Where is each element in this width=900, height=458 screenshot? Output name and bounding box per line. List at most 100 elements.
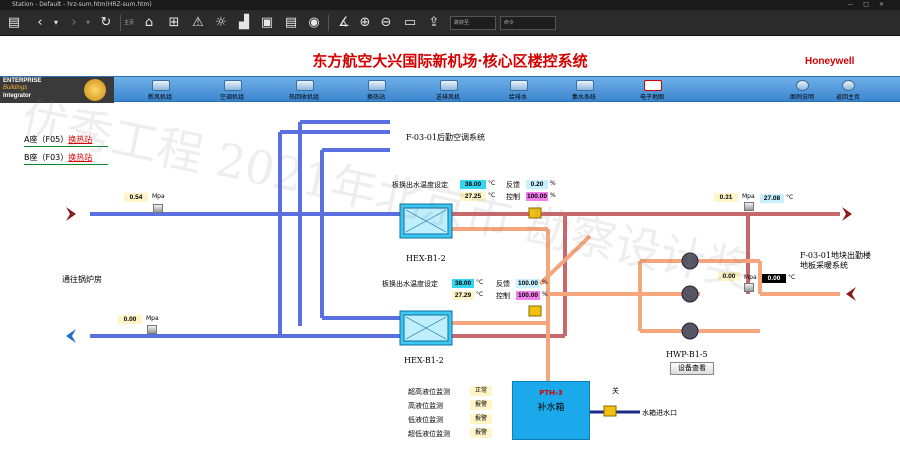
link-a-prefix: A座（F05） (24, 135, 69, 144)
sidebar-toggle-icon[interactable]: ▤ (6, 15, 22, 31)
window-icon[interactable]: ▭ (402, 15, 418, 31)
top-system-label: F-03-01后勤空调系统 (406, 133, 485, 142)
level-status: 报警 (470, 400, 492, 410)
pressure-sensor-icon (147, 325, 157, 334)
level-label: 低液位监测 (408, 416, 443, 424)
hex2-fb-value: 100.00 (516, 279, 540, 288)
calendar-icon[interactable]: ▣ (259, 15, 275, 31)
zoom-out-icon[interactable]: ⊖ (378, 15, 394, 31)
level-status: 报警 (470, 414, 492, 424)
right-system-label-2: 地板采暖系统 (800, 261, 848, 270)
pump-group-label: HWP-B1-5 (666, 350, 708, 359)
level-status: 正常 (470, 386, 492, 396)
heat-exchanger-2-icon[interactable] (399, 310, 453, 346)
pressure-sensor-icon (744, 283, 754, 292)
pressure-unit: Mpa (744, 274, 757, 281)
hex1-setpoint-unit: °C (488, 180, 496, 187)
tank-valve-state: 关 (612, 387, 619, 395)
heat-exchanger-1-icon[interactable] (399, 203, 453, 239)
home-label: 主页 (124, 20, 135, 26)
hex1-ctrl-label: 控制 (506, 193, 520, 201)
divider (24, 146, 108, 147)
jump-field[interactable]: 跳转至 (450, 16, 496, 30)
back-dropdown-icon[interactable]: ▾ (48, 15, 64, 31)
window-title: Station - Default - hrz-sum.htm(HRZ-sum.… (12, 1, 152, 8)
right-return-temp-value: 0.00 (762, 274, 786, 283)
hex2-setpoint-unit: °C (476, 279, 484, 286)
hex1-label: HEX-B1-2 (406, 254, 446, 263)
right-supply-pressure-value: 0.31 (714, 193, 738, 202)
link-b-heat-station[interactable]: 换热站 (68, 153, 92, 162)
hex1-actual-value: 27.25 (460, 192, 486, 201)
export-icon[interactable]: ⇪ (426, 15, 442, 31)
link-b-prefix: B座（F03） (24, 153, 69, 162)
hex1-setpoint-value[interactable]: 38.00 (460, 180, 486, 189)
boiler-arrow-icon (66, 329, 76, 343)
hex1-actual-unit: °C (488, 192, 496, 199)
tank-inlet-label: 水箱进水口 (642, 409, 677, 417)
hex2-setpoint-value[interactable]: 38.00 (452, 279, 474, 288)
command-field[interactable]: 命令 (500, 16, 556, 30)
eye-icon[interactable]: ◉ (306, 15, 322, 31)
alarm-icon[interactable]: ⚠ (190, 15, 206, 31)
tank-valve-icon[interactable] (603, 405, 617, 417)
sun-icon[interactable]: ☼ (213, 15, 229, 31)
return-arrow-icon (846, 287, 856, 301)
valve-1-icon[interactable] (528, 207, 542, 219)
hex2-setpoint-label: 板换出水温度设定 (382, 280, 438, 288)
refresh-icon[interactable]: ↻ (98, 15, 114, 31)
pump-view-button[interactable]: 设备查看 (670, 362, 714, 375)
pressure-unit: Mpa (152, 193, 165, 200)
heating-loop-pipes (452, 227, 840, 381)
makeup-water-tank[interactable]: PTH-3 补水箱 (512, 381, 590, 440)
tank-name: 补水箱 (537, 403, 565, 413)
level-label: 超高液位监测 (408, 388, 450, 396)
angle-tool-icon[interactable]: ∡ (336, 15, 352, 31)
percent-unit: % (542, 291, 548, 298)
outflow-arrow-icon (842, 207, 852, 221)
hex2-fb-label: 反馈 (496, 280, 510, 288)
hierarchy-icon[interactable]: ⊞ (166, 15, 182, 31)
zoom-in-icon[interactable]: ⊕ (357, 15, 373, 31)
link-a-heat-station[interactable]: 换热站 (68, 135, 92, 144)
hex2-actual-value: 27.29 (452, 291, 474, 300)
temp-unit: °C (788, 274, 796, 281)
hex2-ctrl-value[interactable]: 100.00 (516, 291, 540, 300)
link-a-row: A座（F05）换热站 (24, 134, 92, 145)
temp-unit: °C (786, 194, 794, 201)
report-icon[interactable]: ▤ (283, 15, 299, 31)
window-controls[interactable]: —□✕ (847, 0, 894, 10)
forward-dropdown-icon[interactable]: ▾ (80, 15, 96, 31)
back-icon[interactable]: ‹ (32, 15, 48, 31)
boiler-label: 通往锅炉房 (62, 275, 102, 284)
pressure-unit: Mpa (146, 315, 159, 322)
hmi-page: 东方航空大兴国际新机场·核心区楼控系统 Honeywell ENTERPRISE… (0, 36, 900, 458)
pressure-sensor-icon (153, 204, 163, 213)
pressure-unit: Mpa (742, 193, 755, 200)
toolbar-separator (120, 15, 121, 31)
tank-code: PTH-3 (539, 389, 563, 397)
hex2-ctrl-label: 控制 (496, 292, 510, 300)
hex1-fb-value: 0.20 (526, 180, 548, 189)
piping-diagram (66, 120, 856, 417)
pump-1-icon[interactable] (681, 252, 699, 270)
hex1-setpoint-label: 板换出水温度设定 (392, 181, 448, 189)
hex1-ctrl-value[interactable]: 100.00 (526, 192, 548, 201)
home-icon[interactable]: ⌂ (141, 15, 157, 31)
trend-icon[interactable]: ▟ (236, 15, 252, 31)
valve-2-icon[interactable] (528, 305, 542, 317)
pump-2-icon[interactable] (681, 285, 699, 303)
window-titlebar: Station - Default - hrz-sum.htm(HRZ-sum.… (0, 0, 900, 10)
pump-3-icon[interactable] (681, 322, 699, 340)
pressure-sensor-icon (744, 202, 754, 211)
level-status: 报警 (470, 428, 492, 438)
left-return-pressure-value: 0.00 (118, 315, 142, 324)
toolbar-separator (328, 15, 329, 31)
hex2-actual-unit: °C (476, 291, 484, 298)
divider (24, 164, 108, 165)
percent-unit: % (550, 192, 556, 199)
link-b-row: B座（F03）换热站 (24, 152, 92, 163)
toolbar: ▤ ‹ ▾ › ▾ ↻ 主页 ⌂ ⊞ ⚠ ☼ ▟ ▣ ▤ ◉ ∡ ⊕ ⊖ ▭ ⇪… (0, 10, 900, 36)
percent-unit: % (542, 279, 548, 286)
percent-unit: % (550, 180, 556, 187)
